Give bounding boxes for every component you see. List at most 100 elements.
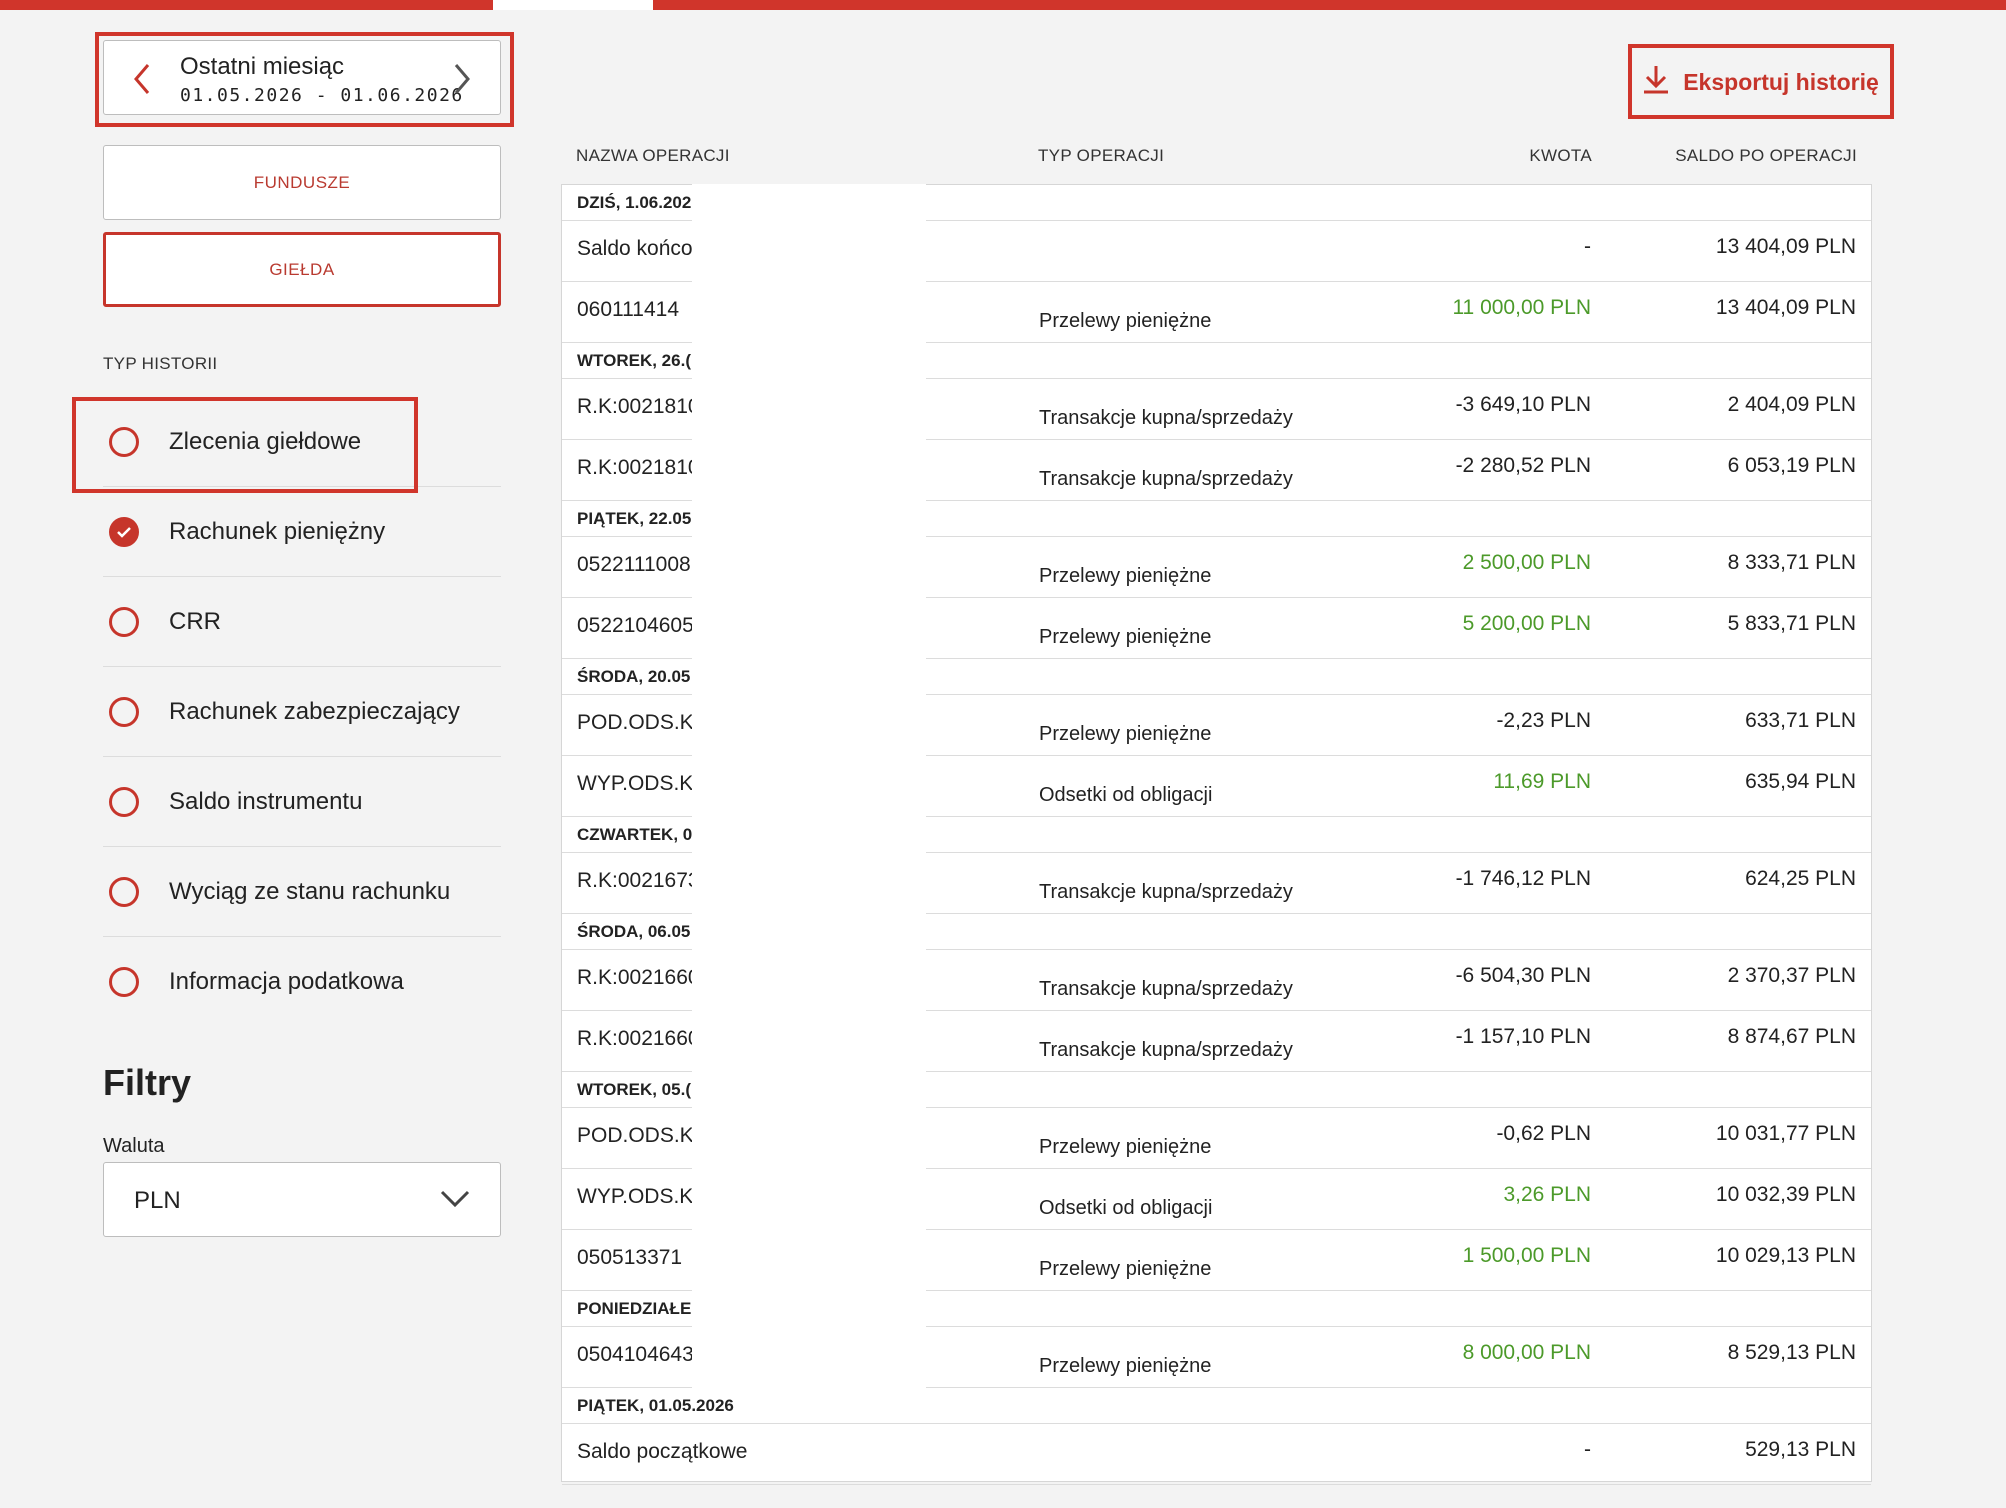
history-type-option[interactable]: Informacja podatkowa [103, 937, 501, 1027]
check-icon [117, 526, 131, 538]
operation-balance: 5 833,71 PLN [1727, 612, 1856, 635]
column-header-name: NAZWA OPERACJI [576, 146, 730, 165]
operation-type: Odsetki od obligacji [1039, 784, 1213, 806]
operation-name: Saldo początkowe [577, 1440, 748, 1463]
currency-select-value: PLN [134, 1187, 181, 1214]
operation-amount: -1 746,12 PLN [1455, 867, 1591, 890]
operation-balance: 2 404,09 PLN [1727, 393, 1856, 416]
operation-name: 050513371 [577, 1246, 683, 1269]
date-group-label: ŚRODA, 06.05 [577, 922, 691, 941]
date-group-label: DZIŚ, 1.06.2026 [577, 193, 701, 212]
operation-amount: - [1584, 1438, 1591, 1461]
operation-name: R.K:0021660 [577, 966, 700, 989]
history-type-option-label: Saldo instrumentu [169, 787, 363, 815]
history-type-option[interactable]: Wyciąg ze stanu rachunku [103, 847, 501, 937]
operation-name: 0504104643 [577, 1343, 694, 1366]
top-bar [0, 0, 2006, 10]
radio-icon[interactable] [109, 696, 139, 727]
radio-checked-icon[interactable] [109, 516, 139, 547]
operation-type: Przelewy pieniężne [1039, 565, 1212, 587]
operation-type: Przelewy pieniężne [1039, 310, 1212, 332]
date-group-label: PIĄTEK, 01.05.2026 [577, 1396, 734, 1415]
operation-amount: 2 500,00 PLN [1462, 551, 1591, 574]
operation-balance: 635,94 PLN [1745, 770, 1856, 793]
history-type-option-label: Wyciąg ze stanu rachunku [169, 877, 451, 905]
history-type-option-label: Informacja podatkowa [169, 968, 404, 995]
operation-type: Przelewy pieniężne [1039, 1355, 1212, 1377]
operation-name: R.K:0021660 [577, 1027, 700, 1050]
date-group-label: WTOREK, 05.( [577, 1080, 691, 1099]
operation-amount: -2,23 PLN [1496, 709, 1591, 732]
history-type-option-label: CRR [169, 607, 221, 635]
history-type-option-label: Zlecenia giełdowe [169, 427, 362, 455]
redaction-mask [692, 184, 926, 1394]
operation-amount: - [1584, 235, 1591, 258]
radio-icon[interactable] [109, 426, 139, 457]
history-type-option-label: Rachunek zabezpieczający [169, 697, 460, 725]
operation-name: R.K:0021810 [577, 456, 700, 479]
operation-type: Przelewy pieniężne [1039, 1136, 1212, 1158]
radio-icon[interactable] [109, 606, 139, 637]
operation-amount: -1 157,10 PLN [1455, 1025, 1591, 1048]
operation-balance: 8 874,67 PLN [1727, 1025, 1856, 1048]
history-type-list: Zlecenia giełdowe Rachunek pieniężny CRR Ra… [103, 397, 501, 1027]
date-range-selector[interactable]: Ostatni miesiąc 01.05.2026 - 01.06.2026 [103, 40, 501, 115]
date-group-label: PONIEDZIAŁE [577, 1299, 692, 1318]
history-type-option[interactable]: CRR [103, 577, 501, 667]
column-header-amount: KWOTA [1529, 146, 1592, 165]
currency-select[interactable]: PLN [103, 1162, 501, 1237]
operation-name: R.K:0021673 [577, 869, 700, 892]
operation-balance: 13 404,09 PLN [1715, 235, 1856, 258]
history-type-option[interactable]: Rachunek pieniężny [103, 487, 501, 577]
chevron-right-icon[interactable] [444, 59, 480, 99]
operation-type: Przelewy pieniężne [1039, 1258, 1212, 1280]
operation-balance: 8 529,13 PLN [1727, 1341, 1856, 1364]
operation-amount: 3,26 PLN [1503, 1183, 1591, 1206]
operation-amount: -0,62 PLN [1496, 1122, 1591, 1145]
filters-title: Filtry [103, 1062, 192, 1103]
operation-balance: 10 032,39 PLN [1715, 1183, 1856, 1206]
date-group-label: PIĄTEK, 22.05 [577, 509, 692, 528]
operation-amount: 11 000,00 PLN [1452, 296, 1591, 319]
history-type-option-label: Rachunek pieniężny [169, 517, 386, 545]
operation-name: 0522104605 [577, 614, 694, 637]
radio-icon[interactable] [109, 967, 139, 997]
operation-amount: 1 500,00 PLN [1462, 1244, 1591, 1267]
operation-name: 060111414 [577, 298, 679, 321]
date-group-label: ŚRODA, 20.05 [577, 667, 691, 686]
operation-amount: 11,69 PLN [1493, 770, 1591, 793]
row-divider [562, 1484, 1871, 1485]
date-group-label: WTOREK, 26.( [577, 351, 691, 370]
operation-amount: 5 200,00 PLN [1462, 612, 1591, 635]
operation-name: R.K:0021810 [577, 395, 700, 418]
radio-icon[interactable] [109, 876, 139, 907]
operation-name: POD.ODS.K [577, 711, 694, 734]
date-group-label: CZWARTEK, 0 [577, 825, 693, 844]
operation-type: Przelewy pieniężne [1039, 723, 1212, 745]
history-type-option[interactable]: Rachunek zabezpieczający [103, 667, 501, 757]
gielda-button[interactable]: GIEŁDA [103, 232, 501, 307]
operation-type: Transakcje kupna/sprzedaży [1039, 468, 1293, 490]
top-bar-segment-active [493, 0, 653, 10]
column-header-type: TYP OPERACJI [1038, 146, 1165, 165]
top-bar-segment [0, 0, 493, 10]
chevron-left-icon[interactable] [124, 59, 160, 99]
history-type-option[interactable]: Saldo instrumentu [103, 757, 501, 847]
operation-type: Transakcje kupna/sprzedaży [1039, 881, 1293, 903]
operation-balance: 8 333,71 PLN [1727, 551, 1856, 574]
top-bar-segment [653, 0, 2006, 10]
chevron-down-icon [440, 1189, 470, 1214]
export-history-button[interactable]: Eksportuj historię [1636, 50, 1886, 114]
operation-type: Transakcje kupna/sprzedaży [1039, 978, 1293, 1000]
operation-name: POD.ODS.K [577, 1124, 694, 1147]
operation-balance: 10 029,13 PLN [1715, 1244, 1856, 1267]
operation-balance: 624,25 PLN [1745, 867, 1856, 890]
operation-balance: 2 370,37 PLN [1727, 964, 1856, 987]
fundusze-button[interactable]: FUNDUSZE [103, 145, 501, 220]
operation-balance: 529,13 PLN [1745, 1438, 1856, 1461]
operation-amount: 8 000,00 PLN [1462, 1341, 1591, 1364]
radio-icon[interactable] [109, 786, 139, 817]
history-type-option[interactable]: Zlecenia giełdowe [103, 397, 501, 487]
operation-balance: 13 404,09 PLN [1715, 296, 1856, 319]
operation-amount: -3 649,10 PLN [1455, 393, 1591, 416]
